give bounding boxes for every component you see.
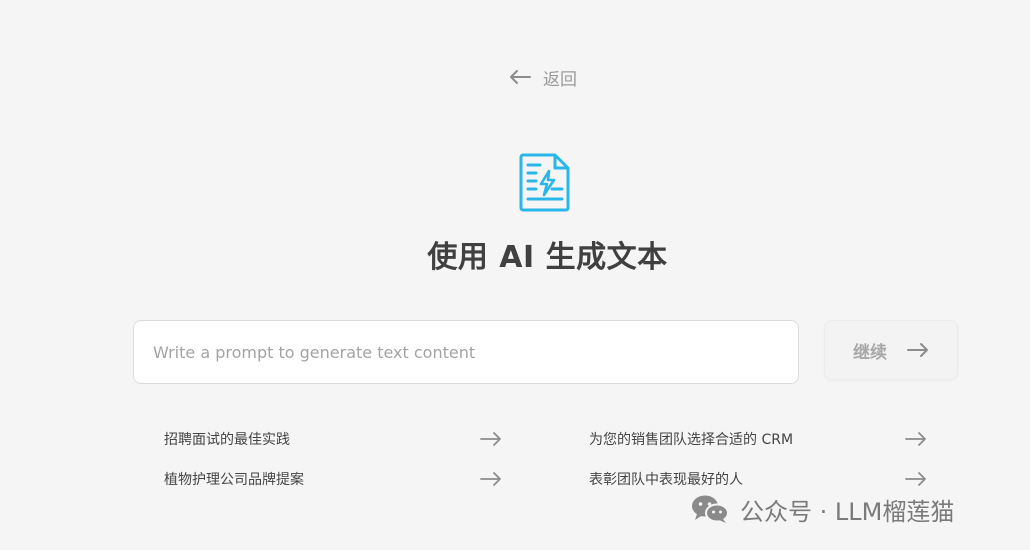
suggestion-label: 植物护理公司品牌提案	[164, 472, 304, 488]
document-lightning-icon	[519, 153, 570, 212]
arrow-right-icon	[905, 431, 927, 447]
suggestion-item[interactable]: 招聘面试的最佳实践	[164, 425, 502, 453]
suggestion-item[interactable]: 植物护理公司品牌提案	[164, 465, 502, 493]
back-link[interactable]: 返回	[509, 64, 577, 90]
back-label: 返回	[543, 69, 577, 90]
watermark: 公众号 · LLM榴莲猫	[690, 492, 954, 526]
watermark-text: 公众号 · LLM榴莲猫	[740, 497, 955, 526]
suggestion-label: 为您的销售团队选择合适的 CRM	[589, 432, 794, 448]
continue-label: 继续	[853, 342, 887, 363]
arrow-right-icon	[907, 342, 929, 358]
prompt-input[interactable]	[133, 320, 799, 384]
suggestion-label: 表彰团队中表现最好的人	[589, 472, 743, 488]
continue-button[interactable]: 继续	[824, 320, 958, 380]
suggestion-item[interactable]: 表彰团队中表现最好的人	[589, 465, 927, 493]
suggestion-label: 招聘面试的最佳实践	[164, 432, 290, 448]
suggestion-item[interactable]: 为您的销售团队选择合适的 CRM	[589, 425, 927, 453]
page-title: 使用 AI 生成文本	[427, 240, 668, 275]
wechat-icon	[690, 494, 730, 524]
arrow-left-icon	[509, 69, 531, 85]
arrow-right-icon	[905, 471, 927, 487]
arrow-right-icon	[480, 431, 502, 447]
arrow-right-icon	[480, 471, 502, 487]
